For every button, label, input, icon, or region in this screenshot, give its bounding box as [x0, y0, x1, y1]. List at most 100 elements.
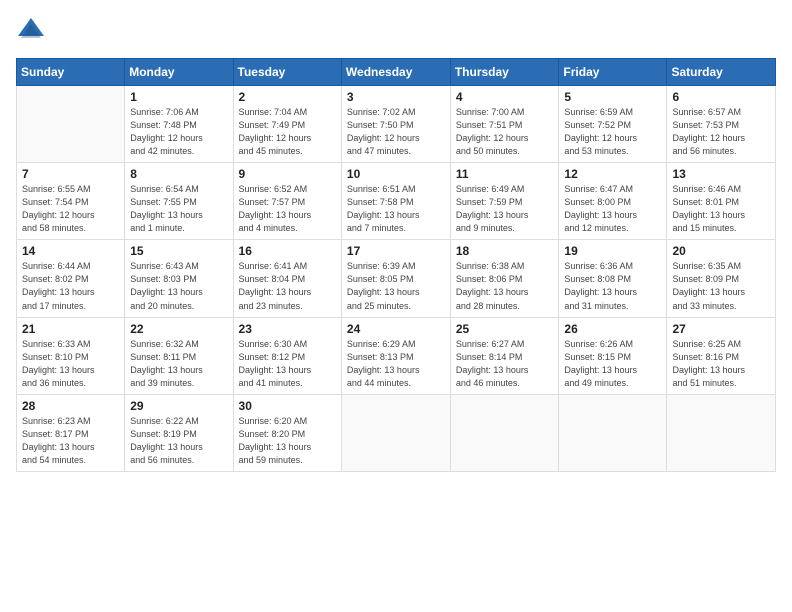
calendar-cell: 13 Sunrise: 6:46 AM Sunset: 8:01 PM Dayli… — [667, 163, 776, 240]
calendar-cell: 17 Sunrise: 6:39 AM Sunset: 8:05 PM Dayli… — [341, 240, 450, 317]
day-info: Sunrise: 6:55 AM Sunset: 7:54 PM Dayligh… — [22, 183, 119, 235]
calendar-cell — [559, 394, 667, 471]
day-number: 29 — [130, 399, 227, 413]
day-number: 7 — [22, 167, 119, 181]
day-number: 25 — [456, 322, 554, 336]
calendar-cell: 14 Sunrise: 6:44 AM Sunset: 8:02 PM Dayli… — [17, 240, 125, 317]
day-info: Sunrise: 6:33 AM Sunset: 8:10 PM Dayligh… — [22, 338, 119, 390]
day-number: 13 — [672, 167, 770, 181]
calendar-cell: 28Sunrise: 6:23 AM Sunset: 8:17 PM Dayli… — [17, 394, 125, 471]
day-info: Sunrise: 6:20 AM Sunset: 8:20 PM Dayligh… — [239, 415, 336, 467]
day-info: Sunrise: 6:44 AM Sunset: 8:02 PM Dayligh… — [22, 260, 119, 312]
day-info: Sunrise: 6:46 AM Sunset: 8:01 PM Dayligh… — [672, 183, 770, 235]
calendar-cell: 8 Sunrise: 6:54 AM Sunset: 7:55 PM Daylig… — [125, 163, 233, 240]
day-number: 9 — [239, 167, 336, 181]
calendar-cell: 24 Sunrise: 6:29 AM Sunset: 8:13 PM Dayli… — [341, 317, 450, 394]
day-info: Sunrise: 7:04 AM Sunset: 7:49 PM Dayligh… — [239, 106, 336, 158]
calendar-cell — [341, 394, 450, 471]
calendar-cell: 25 Sunrise: 6:27 AM Sunset: 8:14 PM Dayli… — [450, 317, 559, 394]
day-info: Sunrise: 6:30 AM Sunset: 8:12 PM Dayligh… — [239, 338, 336, 390]
calendar-cell: 9 Sunrise: 6:52 AM Sunset: 7:57 PM Daylig… — [233, 163, 341, 240]
day-number: 3 — [347, 90, 445, 104]
day-number: 2 — [239, 90, 336, 104]
calendar-cell: 29 Sunrise: 6:22 AM Sunset: 8:19 PM Dayli… — [125, 394, 233, 471]
day-info: Sunrise: 6:49 AM Sunset: 7:59 PM Dayligh… — [456, 183, 554, 235]
day-number: 21 — [22, 322, 119, 336]
weekday-header: Tuesday — [233, 59, 341, 86]
calendar-cell: 2 Sunrise: 7:04 AM Sunset: 7:49 PM Daylig… — [233, 86, 341, 163]
day-info: Sunrise: 6:52 AM Sunset: 7:57 PM Dayligh… — [239, 183, 336, 235]
day-number: 22 — [130, 322, 227, 336]
weekday-header: Friday — [559, 59, 667, 86]
day-number: 4 — [456, 90, 554, 104]
day-number: 11 — [456, 167, 554, 181]
day-number: 8 — [130, 167, 227, 181]
calendar-cell: 11 Sunrise: 6:49 AM Sunset: 7:59 PM Dayli… — [450, 163, 559, 240]
calendar-cell: 5 Sunrise: 6:59 AM Sunset: 7:52 PM Daylig… — [559, 86, 667, 163]
calendar-cell: 15 Sunrise: 6:43 AM Sunset: 8:03 PM Dayli… — [125, 240, 233, 317]
calendar-cell: 26Sunrise: 6:26 AM Sunset: 8:15 PM Dayli… — [559, 317, 667, 394]
weekday-header: Wednesday — [341, 59, 450, 86]
day-info: Sunrise: 6:57 AM Sunset: 7:53 PM Dayligh… — [672, 106, 770, 158]
day-info: Sunrise: 7:06 AM Sunset: 7:48 PM Dayligh… — [130, 106, 227, 158]
calendar-cell: 23 Sunrise: 6:30 AM Sunset: 8:12 PM Dayli… — [233, 317, 341, 394]
day-number: 6 — [672, 90, 770, 104]
day-number: 14 — [22, 244, 119, 258]
day-number: 26 — [564, 322, 661, 336]
day-info: Sunrise: 6:38 AM Sunset: 8:06 PM Dayligh… — [456, 260, 554, 312]
day-info: Sunrise: 6:41 AM Sunset: 8:04 PM Dayligh… — [239, 260, 336, 312]
day-number: 18 — [456, 244, 554, 258]
logo-icon — [16, 16, 46, 46]
calendar-cell — [450, 394, 559, 471]
calendar-cell: 12 Sunrise: 6:47 AM Sunset: 8:00 PM Dayli… — [559, 163, 667, 240]
calendar-week-row: 21 Sunrise: 6:33 AM Sunset: 8:10 PM Dayli… — [17, 317, 776, 394]
day-number: 17 — [347, 244, 445, 258]
day-number: 23 — [239, 322, 336, 336]
day-number: 10 — [347, 167, 445, 181]
day-number: 15 — [130, 244, 227, 258]
day-info: Sunrise: 6:39 AM Sunset: 8:05 PM Dayligh… — [347, 260, 445, 312]
day-info: Sunrise: 6:47 AM Sunset: 8:00 PM Dayligh… — [564, 183, 661, 235]
calendar-header-row: SundayMondayTuesdayWednesdayThursdayFrid… — [17, 59, 776, 86]
day-info: Sunrise: 6:51 AM Sunset: 7:58 PM Dayligh… — [347, 183, 445, 235]
day-number: 27 — [672, 322, 770, 336]
day-number: 5 — [564, 90, 661, 104]
day-number: 20 — [672, 244, 770, 258]
day-number: 19 — [564, 244, 661, 258]
day-number: 12 — [564, 167, 661, 181]
day-number: 28 — [22, 399, 119, 413]
day-info: Sunrise: 6:25 AM Sunset: 8:16 PM Dayligh… — [672, 338, 770, 390]
calendar-week-row: 28Sunrise: 6:23 AM Sunset: 8:17 PM Dayli… — [17, 394, 776, 471]
day-info: Sunrise: 6:27 AM Sunset: 8:14 PM Dayligh… — [456, 338, 554, 390]
day-info: Sunrise: 6:43 AM Sunset: 8:03 PM Dayligh… — [130, 260, 227, 312]
calendar-cell — [667, 394, 776, 471]
calendar-cell: 16 Sunrise: 6:41 AM Sunset: 8:04 PM Dayli… — [233, 240, 341, 317]
calendar-cell: 20 Sunrise: 6:35 AM Sunset: 8:09 PM Dayli… — [667, 240, 776, 317]
calendar-cell: 19 Sunrise: 6:36 AM Sunset: 8:08 PM Dayli… — [559, 240, 667, 317]
day-info: Sunrise: 6:59 AM Sunset: 7:52 PM Dayligh… — [564, 106, 661, 158]
day-number: 1 — [130, 90, 227, 104]
calendar-cell: 27 Sunrise: 6:25 AM Sunset: 8:16 PM Dayli… — [667, 317, 776, 394]
calendar-cell: 22 Sunrise: 6:32 AM Sunset: 8:11 PM Dayli… — [125, 317, 233, 394]
calendar-week-row: 1 Sunrise: 7:06 AM Sunset: 7:48 PM Daylig… — [17, 86, 776, 163]
calendar-cell: 4 Sunrise: 7:00 AM Sunset: 7:51 PM Daylig… — [450, 86, 559, 163]
weekday-header: Sunday — [17, 59, 125, 86]
day-info: Sunrise: 6:22 AM Sunset: 8:19 PM Dayligh… — [130, 415, 227, 467]
calendar-cell: 3Sunrise: 7:02 AM Sunset: 7:50 PM Daylig… — [341, 86, 450, 163]
calendar-cell: 6 Sunrise: 6:57 AM Sunset: 7:53 PM Daylig… — [667, 86, 776, 163]
logo — [16, 16, 50, 46]
day-info: Sunrise: 7:00 AM Sunset: 7:51 PM Dayligh… — [456, 106, 554, 158]
day-info: Sunrise: 6:32 AM Sunset: 8:11 PM Dayligh… — [130, 338, 227, 390]
calendar-cell: 7 Sunrise: 6:55 AM Sunset: 7:54 PM Daylig… — [17, 163, 125, 240]
day-info: Sunrise: 6:29 AM Sunset: 8:13 PM Dayligh… — [347, 338, 445, 390]
day-info: Sunrise: 6:35 AM Sunset: 8:09 PM Dayligh… — [672, 260, 770, 312]
day-info: Sunrise: 6:36 AM Sunset: 8:08 PM Dayligh… — [564, 260, 661, 312]
day-number: 24 — [347, 322, 445, 336]
day-number: 16 — [239, 244, 336, 258]
calendar-cell: 1 Sunrise: 7:06 AM Sunset: 7:48 PM Daylig… — [125, 86, 233, 163]
page-header — [16, 16, 776, 46]
weekday-header: Thursday — [450, 59, 559, 86]
calendar-cell: 18 Sunrise: 6:38 AM Sunset: 8:06 PM Dayli… — [450, 240, 559, 317]
calendar-table: SundayMondayTuesdayWednesdayThursdayFrid… — [16, 58, 776, 472]
day-info: Sunrise: 6:54 AM Sunset: 7:55 PM Dayligh… — [130, 183, 227, 235]
